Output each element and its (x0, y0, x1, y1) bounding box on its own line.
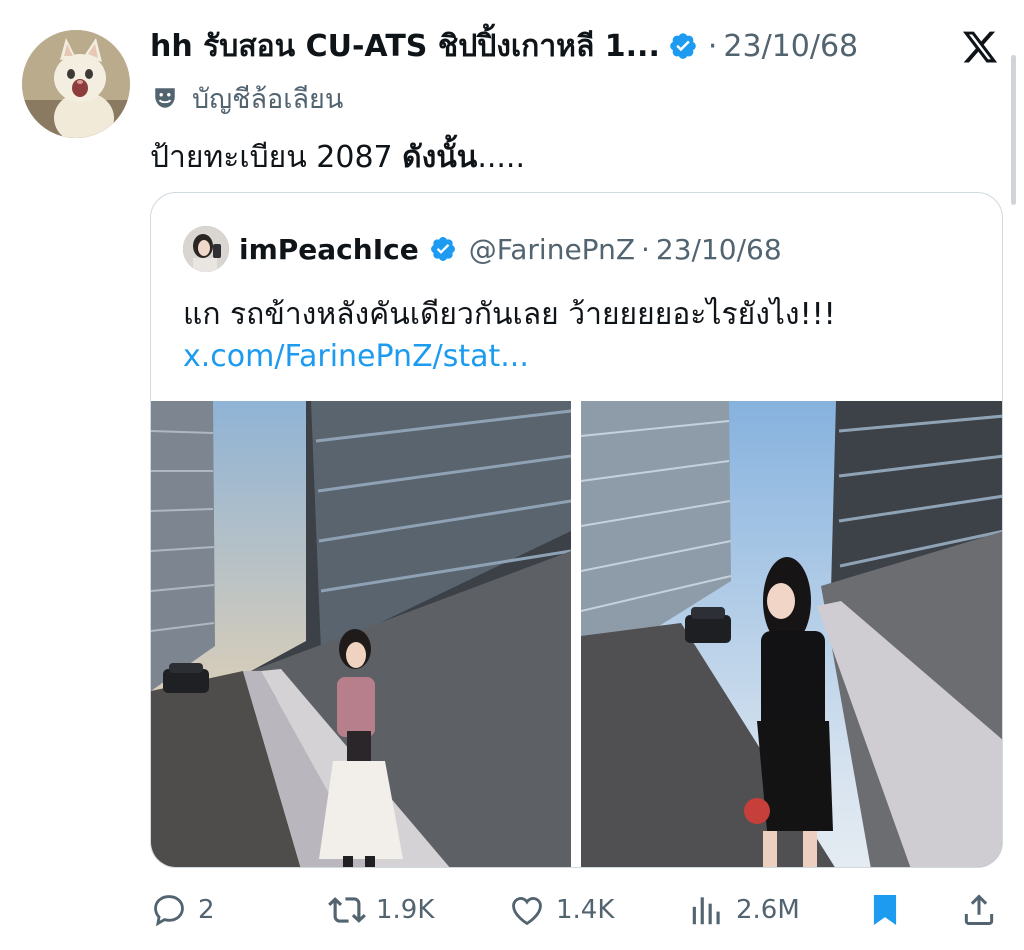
like-icon (512, 897, 542, 926)
quoted-verified-badge-icon[interactable] (429, 235, 457, 263)
tweet-date[interactable]: 23/10/68 (723, 29, 858, 64)
views-button[interactable]: 2.6M (688, 890, 800, 930)
tweet-text-plain: ป้ายทะเบียน 2087 (150, 140, 403, 175)
quoted-tweet-text: แก รถข้างหลังคันเดียวกันเลย ว้ายยยยอะไรย… (183, 297, 836, 332)
quoted-display-name[interactable]: imPeachIce (239, 233, 419, 266)
tweet-header: hh รับสอน CU-ATS ชิปปิ้งเกาหลี 1... · 23… (150, 24, 858, 68)
share-button[interactable] (960, 890, 1008, 930)
reply-icon (154, 895, 184, 927)
reply-button[interactable]: 2 (150, 890, 215, 930)
tweet-actions: 2 1.9K 1.4K 2.6M (0, 880, 1024, 940)
quoted-tweet-link[interactable]: x.com/FarinePnZ/stat... (183, 339, 529, 374)
quoted-avatar-image (183, 226, 229, 272)
reply-count: 2 (198, 895, 215, 925)
quoted-tweet-header: imPeachIce @FarinePnZ · 23/10/68 (239, 227, 782, 271)
quoted-author-avatar[interactable] (183, 226, 229, 272)
parody-label-text: บัญชีล้อเลียน (192, 83, 344, 115)
quoted-handle[interactable]: @FarinePnZ (469, 233, 635, 266)
share-icon (964, 894, 994, 925)
photo-right[interactable] (581, 401, 1002, 867)
views-icon (692, 897, 720, 925)
repost-count: 1.9K (376, 895, 435, 925)
repost-icon (328, 897, 366, 923)
scrollbar[interactable] (1011, 55, 1016, 205)
cat-avatar-image (22, 30, 130, 138)
bookmark-icon (873, 894, 897, 926)
tweet-text-tail: ..... (477, 140, 526, 175)
like-count: 1.4K (556, 895, 615, 925)
quoted-separator: · (641, 232, 650, 266)
photo-right-image (581, 401, 1002, 867)
parody-mask-icon (155, 88, 175, 108)
quoted-date[interactable]: 23/10/68 (656, 233, 782, 266)
author-display-name[interactable]: hh รับสอน CU-ATS ชิปปิ้งเกาหลี 1... (150, 23, 660, 70)
tweet-text: ป้ายทะเบียน 2087 ดังนั้น..... (150, 134, 525, 181)
views-count: 2.6M (736, 895, 800, 925)
photo-left-image (151, 401, 571, 867)
verified-badge-icon[interactable] (668, 31, 698, 61)
photo-left[interactable] (151, 401, 571, 867)
parody-account-label: บัญชีล้อเลียน (152, 80, 343, 116)
bookmark-button[interactable] (866, 890, 914, 930)
tweet-text-bold: ดังนั้น (402, 140, 478, 175)
quoted-tweet-card[interactable]: imPeachIce @FarinePnZ · 23/10/68 แก รถข้… (150, 192, 1003, 868)
author-avatar[interactable] (22, 30, 130, 138)
x-logo-icon (962, 31, 998, 63)
header-separator: · (707, 28, 718, 64)
repost-button[interactable]: 1.9K (328, 890, 434, 930)
like-button[interactable]: 1.4K (508, 890, 614, 930)
